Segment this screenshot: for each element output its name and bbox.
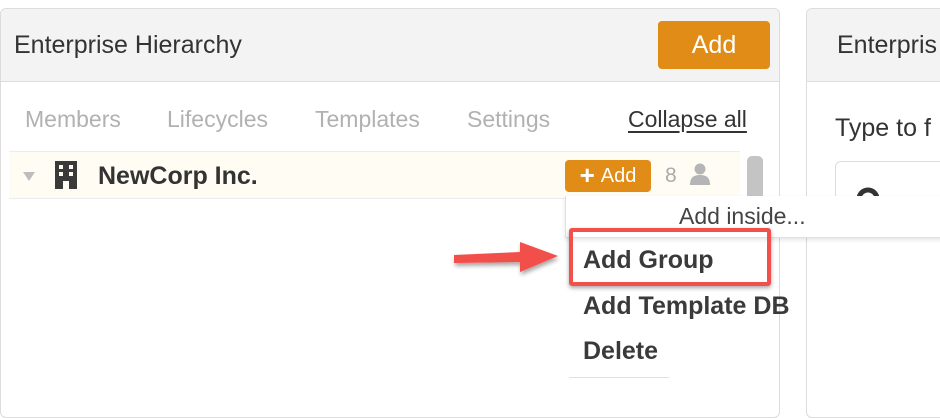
panel-header-right: Enterpris (807, 9, 940, 82)
menu-item-add-template-db[interactable]: Add Template DB (583, 292, 790, 321)
person-icon (690, 163, 710, 190)
node-name[interactable]: NewCorp Inc. (98, 162, 258, 191)
tabs-bar: Members Lifecycles Templates Settings Co… (0, 106, 780, 136)
building-icon (54, 161, 78, 194)
panel-header: Enterprise Hierarchy Add (1, 9, 779, 82)
collapse-all-link[interactable]: Collapse all (628, 106, 747, 133)
node-add-button[interactable]: + Add (565, 160, 651, 192)
tab-templates[interactable]: Templates (315, 106, 420, 133)
menu-divider (569, 377, 669, 378)
node-add-label: Add (600, 164, 637, 187)
tab-settings[interactable]: Settings (467, 106, 550, 133)
panel-title: Enterprise Hierarchy (14, 31, 242, 59)
highlight-box (569, 228, 771, 286)
add-dropdown-menu: Add inside... Add Group Add Template DB … (565, 196, 940, 396)
member-count: 8 (665, 164, 677, 187)
arrow-right-icon (448, 236, 566, 285)
tab-lifecycles[interactable]: Lifecycles (167, 106, 268, 133)
panel-title-right: Enterpris (837, 31, 938, 59)
search-label: Type to f (835, 114, 931, 142)
menu-item-delete[interactable]: Delete (583, 337, 658, 366)
plus-icon: + (579, 160, 595, 190)
caret-down-icon[interactable] (23, 172, 35, 181)
menu-header-text: Add inside... (679, 203, 806, 229)
tab-members[interactable]: Members (25, 106, 121, 133)
tree-row[interactable]: NewCorp Inc. + Add 8 (9, 151, 740, 199)
add-button[interactable]: Add (658, 21, 770, 69)
